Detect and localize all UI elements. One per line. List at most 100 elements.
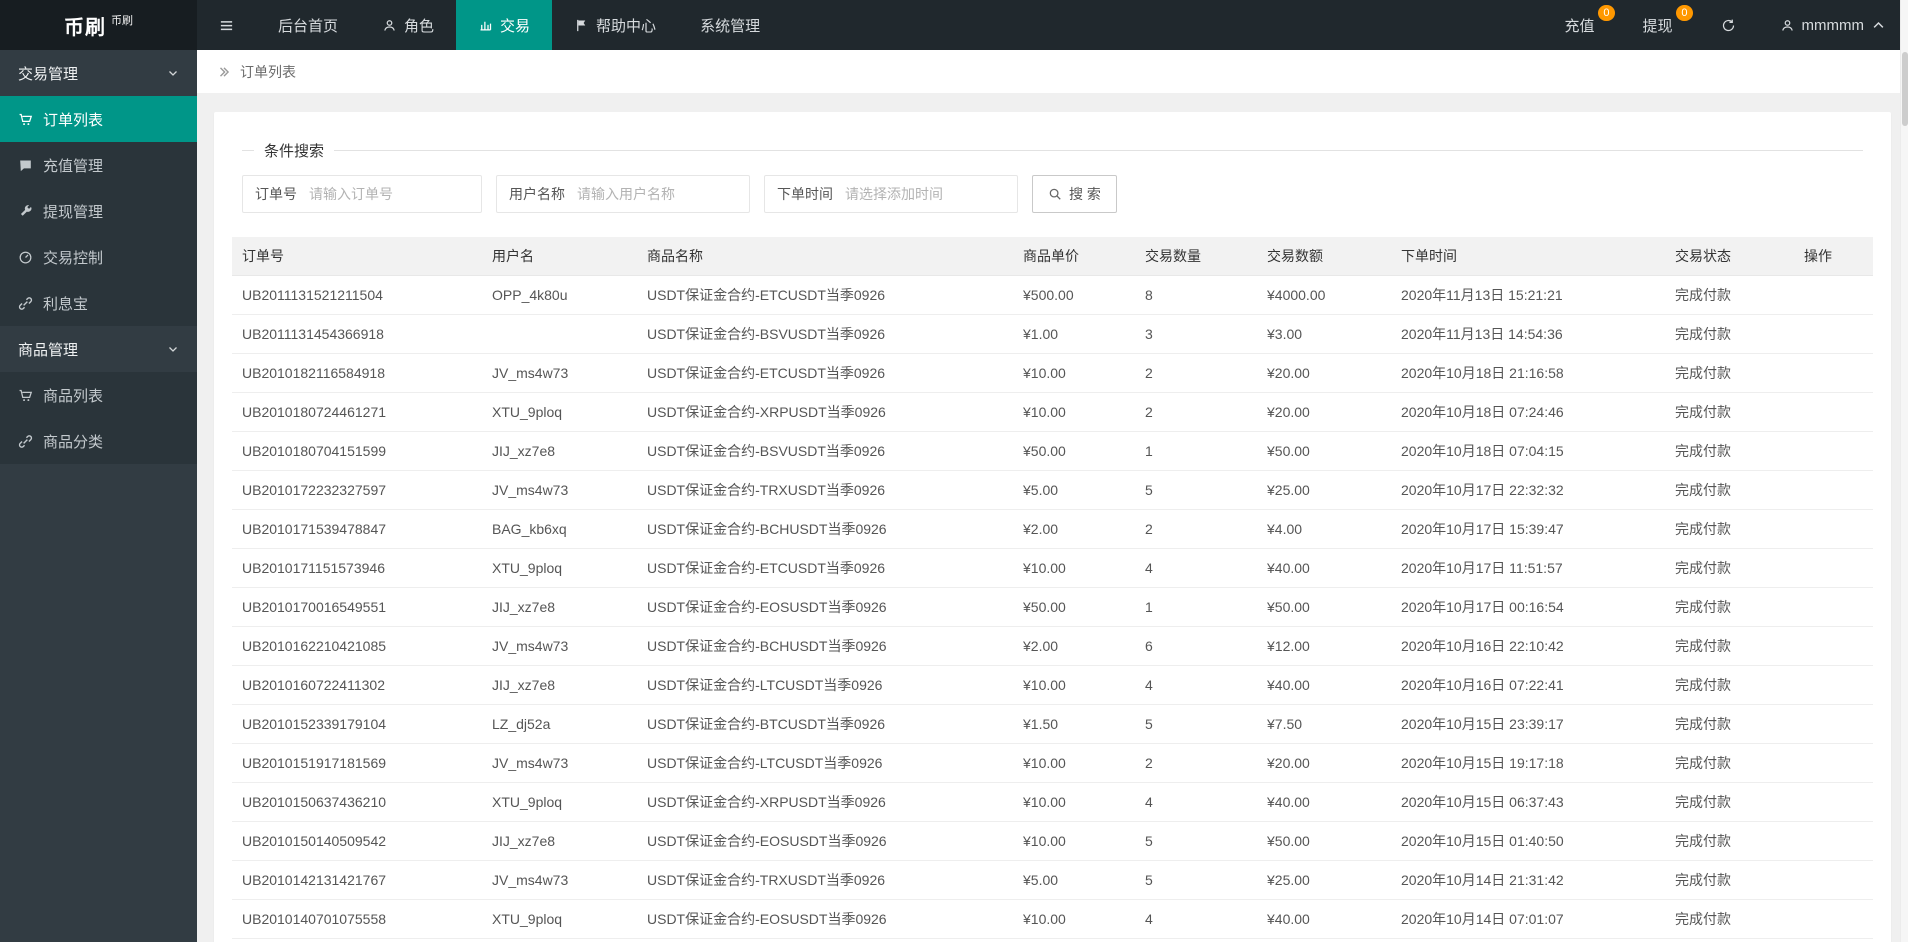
table-cell: 4 <box>1135 899 1257 939</box>
table-cell: 2020年10月18日 07:04:15 <box>1391 431 1665 471</box>
table-cell: ¥4000.00 <box>1257 275 1391 315</box>
table-cell: UB2010171151573946 <box>232 548 482 588</box>
nav-label: 系统管理 <box>700 17 761 35</box>
table-cell: USDT保证金合约-ETCUSDT当季0926 <box>637 353 1013 393</box>
brand-name: 币刷 <box>64 16 106 39</box>
comment-icon <box>20 160 31 171</box>
sidebar-item-label: 商品分类 <box>43 433 104 451</box>
table-cell: ¥10.00 <box>1013 665 1135 705</box>
refresh-icon <box>1722 19 1734 31</box>
sidebar-group-label: 商品管理 <box>18 341 79 359</box>
table-cell: ¥25.00 <box>1257 860 1391 900</box>
table-cell: USDT保证金合约-EOSUSDT当季0926 <box>637 821 1013 861</box>
table-cell: ¥2.00 <box>1013 626 1135 666</box>
table-cell: 2020年10月18日 07:24:46 <box>1391 392 1665 432</box>
table-cell: UB2010162210421085 <box>232 626 482 666</box>
table-cell: USDT保证金合约-EOSUSDT当季0926 <box>637 899 1013 939</box>
username-input[interactable] <box>577 176 749 212</box>
table-cell: 2020年10月17日 11:51:57 <box>1391 548 1665 588</box>
table-cell: XTU_9ploq <box>482 899 637 939</box>
table-cell: 2020年10月16日 07:22:41 <box>1391 665 1665 705</box>
order-time-field-group: 下单时间 <box>764 175 1018 213</box>
table-row: UB2010162210421085 JV_ms4w73 USDT保证金合约-BCH… <box>232 626 1873 666</box>
table-cell: 5 <box>1135 470 1257 510</box>
orders-table: 订单号 用户名 商品名称 商品单价 交易数量 交易数额 下单时间 交易状态 操作 UB20111… <box>232 237 1873 939</box>
table-cell: USDT保证金合约-XRPUSDT当季0926 <box>637 392 1013 432</box>
withdraw-button[interactable]: 提现 0 <box>1621 0 1699 50</box>
search-button[interactable]: 搜 索 <box>1032 175 1117 213</box>
table-cell: 完成付款 <box>1665 899 1794 939</box>
table-cell <box>1794 548 1873 588</box>
table-cell: 2020年10月15日 01:40:50 <box>1391 821 1665 861</box>
order-time-input[interactable] <box>845 176 1017 212</box>
page-scrollbar-thumb[interactable] <box>1902 52 1908 126</box>
table-cell <box>1794 665 1873 705</box>
refresh-button[interactable] <box>1699 0 1758 50</box>
table-cell: 完成付款 <box>1665 392 1794 432</box>
sidebar-item-product-category[interactable]: 商品分类 <box>0 418 197 464</box>
column-header: 商品单价 <box>1013 237 1135 276</box>
table-cell: 3 <box>1135 314 1257 354</box>
column-header: 用户名 <box>482 237 637 276</box>
user-icon <box>384 19 395 31</box>
column-header: 交易状态 <box>1665 237 1794 276</box>
table-row: UB2010180704151599 JIJ_xz7e8 USDT保证金合约-BSV… <box>232 431 1873 471</box>
table-cell: ¥7.50 <box>1257 704 1391 744</box>
sidebar-item-interest-treasure[interactable]: 利息宝 <box>0 280 197 326</box>
table-cell: 5 <box>1135 704 1257 744</box>
table-row: UB2010150140509542 JIJ_xz7e8 USDT保证金合约-EOS… <box>232 821 1873 861</box>
recharge-label: 充值 <box>1564 17 1595 35</box>
main-area: 订单列表 条件搜索 订单号 用户名称 下单时间 <box>197 0 1908 942</box>
double-arrow-icon <box>220 66 230 77</box>
table-cell <box>1794 275 1873 315</box>
table-cell: 2020年10月14日 21:31:42 <box>1391 860 1665 900</box>
table-row: UB2010172232327597 JV_ms4w73 USDT保证金合约-TRX… <box>232 470 1873 510</box>
sidebar-item-recharge-management[interactable]: 充值管理 <box>0 142 197 188</box>
sidebar-group-trade-management[interactable]: 交易管理 <box>0 50 197 96</box>
table-cell: 2 <box>1135 509 1257 549</box>
sidebar-item-trade-control[interactable]: 交易控制 <box>0 234 197 280</box>
table-cell: 完成付款 <box>1665 431 1794 471</box>
table-cell: ¥50.00 <box>1257 587 1391 627</box>
sidebar-item-label: 提现管理 <box>43 203 104 221</box>
page-scrollbar-track[interactable] <box>1900 0 1908 942</box>
user-menu[interactable]: mmmmm <box>1758 0 1908 50</box>
table-cell: ¥12.00 <box>1257 626 1391 666</box>
table-cell: 完成付款 <box>1665 821 1794 861</box>
table-cell: ¥10.00 <box>1013 353 1135 393</box>
nav-item-trade[interactable]: 交易 <box>456 0 553 50</box>
chevron-up-icon <box>1873 21 1884 28</box>
sidebar-item-product-list[interactable]: 商品列表 <box>0 372 197 418</box>
table-cell: JIJ_xz7e8 <box>482 665 637 705</box>
sidebar-group-product-management[interactable]: 商品管理 <box>0 326 197 372</box>
table-cell: 2020年10月15日 06:37:43 <box>1391 782 1665 822</box>
table-cell: UB2010150140509542 <box>232 821 482 861</box>
menu-toggle-button[interactable] <box>197 0 256 50</box>
order-no-input[interactable] <box>309 176 481 212</box>
nav-item-home[interactable]: 后台首页 <box>256 0 360 50</box>
table-cell: ¥50.00 <box>1257 821 1391 861</box>
order-time-label: 下单时间 <box>777 186 833 202</box>
sidebar-item-withdraw-management[interactable]: 提现管理 <box>0 188 197 234</box>
table-cell: JV_ms4w73 <box>482 470 637 510</box>
table-row: UB2010140701075558 XTU_9ploq USDT保证金合约-EOS… <box>232 899 1873 939</box>
table-cell: USDT保证金合约-XRPUSDT当季0926 <box>637 782 1013 822</box>
recharge-button[interactable]: 充值 0 <box>1542 0 1620 50</box>
nav-item-roles[interactable]: 角色 <box>360 0 456 50</box>
brand-logo[interactable]: 币刷 币刷 <box>0 0 197 50</box>
link-icon <box>18 296 33 310</box>
table-cell <box>1794 626 1873 666</box>
table-cell: 5 <box>1135 860 1257 900</box>
table-cell: USDT保证金合约-BSVUSDT当季0926 <box>637 314 1013 354</box>
table-cell: USDT保证金合约-LTCUSDT当季0926 <box>637 665 1013 705</box>
nav-item-system[interactable]: 系统管理 <box>678 0 782 50</box>
sidebar-item-order-list[interactable]: 订单列表 <box>0 96 197 142</box>
table-cell: USDT保证金合约-TRXUSDT当季0926 <box>637 860 1013 900</box>
table-cell: 完成付款 <box>1665 782 1794 822</box>
table-cell: UB2010142131421767 <box>232 860 482 900</box>
recharge-badge: 0 <box>1598 5 1615 21</box>
table-cell: ¥40.00 <box>1257 782 1391 822</box>
table-cell: JIJ_xz7e8 <box>482 821 637 861</box>
nav-item-help-center[interactable]: 帮助中心 <box>552 0 678 50</box>
order-no-label: 订单号 <box>255 186 297 202</box>
